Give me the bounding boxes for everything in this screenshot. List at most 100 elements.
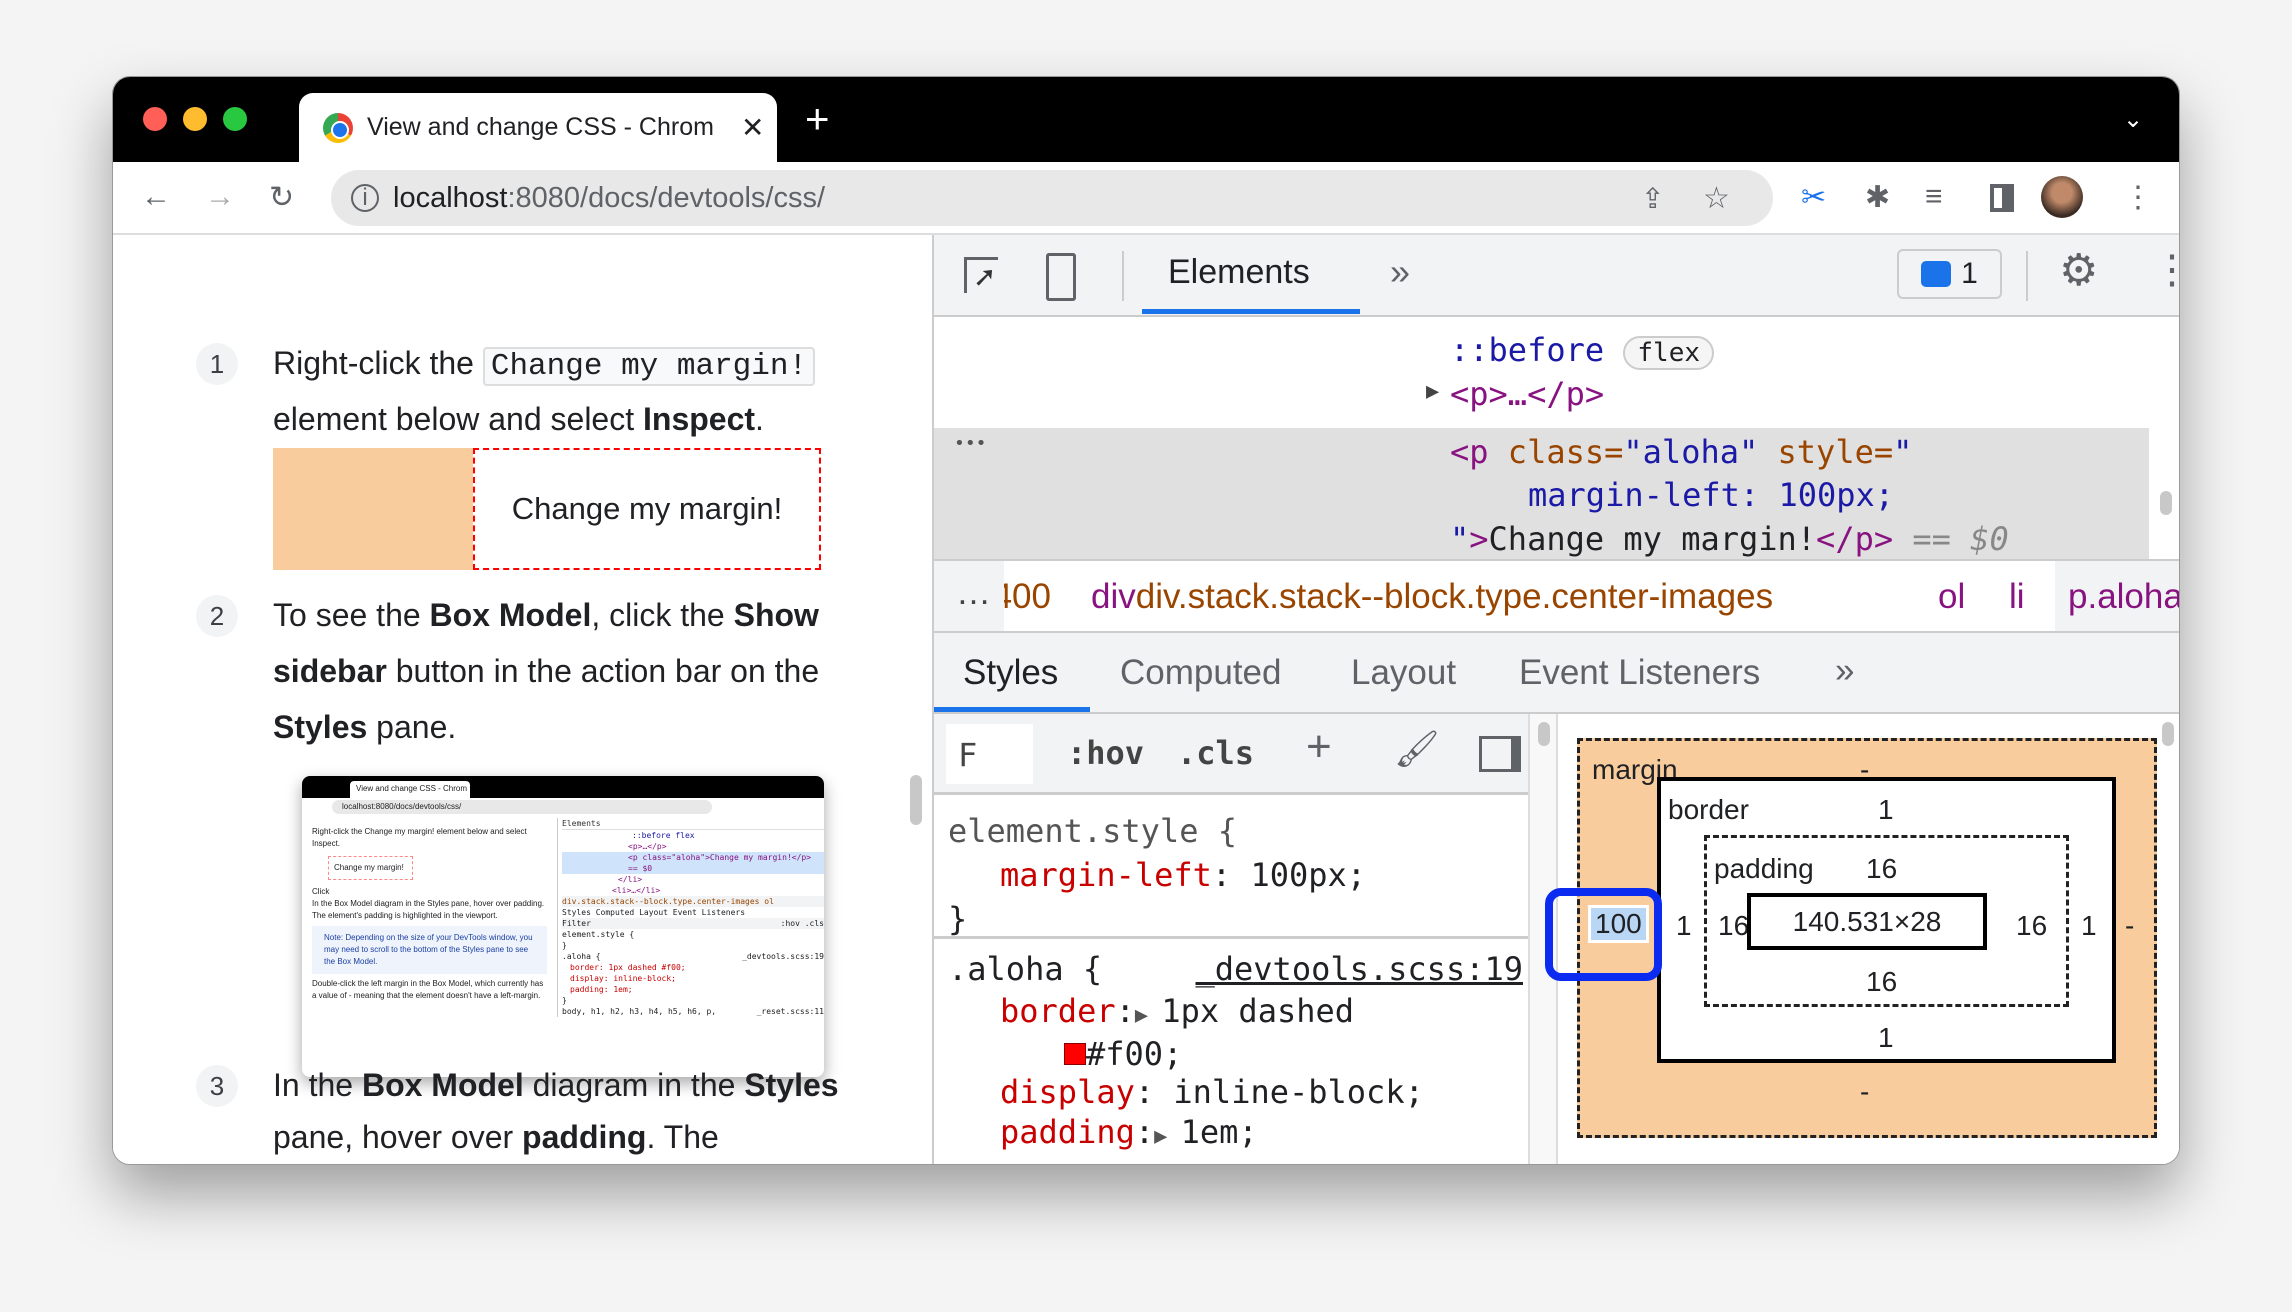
- forward-icon[interactable]: →: [205, 180, 235, 214]
- tab-layout[interactable]: Layout: [1351, 653, 1456, 693]
- aloha-rule: .aloha {_devtools.scss:19 border:▶ 1px d…: [948, 947, 1523, 1157]
- settings-gear-icon[interactable]: ⚙: [2059, 245, 2098, 296]
- back-icon[interactable]: ←: [141, 180, 171, 214]
- breadcrumb-item-selected[interactable]: p.aloha: [2068, 577, 2179, 617]
- border-bottom-value[interactable]: 1: [1878, 1022, 1894, 1054]
- node-actions-icon[interactable]: •••: [954, 433, 987, 454]
- padding-label: padding: [1714, 853, 1814, 884]
- tab-title: View and change CSS - Chrom: [367, 113, 714, 141]
- padding-top-value[interactable]: 16: [1866, 853, 1897, 885]
- kebab-icon[interactable]: ⋮: [2123, 180, 2153, 215]
- color-swatch[interactable]: [1064, 1043, 1086, 1065]
- thumb-url: localhost:8080/docs/devtools/css/: [332, 800, 712, 814]
- css-value[interactable]: 100px;: [1250, 856, 1366, 894]
- chrome-icon: [323, 112, 353, 143]
- padding-bottom-value[interactable]: 16: [1866, 966, 1897, 998]
- tab-styles[interactable]: Styles: [963, 653, 1058, 693]
- devtools-panel: ➚ Elements » 1 ⚙ ⋮ ✕ ::before flex ▶ <p>…: [932, 235, 2179, 1164]
- thumb-page: Right-click the Change my margin! elemen…: [312, 826, 547, 1002]
- border-top-value[interactable]: 1: [1878, 794, 1894, 826]
- active-tab-indicator: [1142, 309, 1360, 314]
- border-right-value[interactable]: 1: [2081, 910, 2097, 942]
- thumb-tab: View and change CSS - Chrom: [350, 781, 470, 798]
- css-value[interactable]: inline-block;: [1173, 1073, 1423, 1111]
- breadcrumb-item[interactable]: ol: [1938, 577, 1965, 617]
- breadcrumb-item[interactable]: li: [2009, 577, 2025, 617]
- chevron-down-icon[interactable]: ⌄: [2123, 105, 2143, 134]
- more-tabs-icon[interactable]: »: [1390, 251, 1410, 293]
- filter-input[interactable]: F: [946, 724, 1033, 784]
- css-value[interactable]: #f00;: [1086, 1035, 1182, 1073]
- media-icon[interactable]: ≡: [1925, 180, 1943, 214]
- style-attribute-value[interactable]: margin-left: 100px;: [1528, 476, 1894, 514]
- screenshot-thumbnail: View and change CSS - Chrom localhost:80…: [302, 776, 824, 1077]
- avatar[interactable]: [2041, 176, 2083, 218]
- content-box[interactable]: 140.531×28: [1747, 893, 1987, 950]
- cls-button[interactable]: .cls: [1177, 734, 1254, 772]
- margin-left-value-editing[interactable]: 100: [1591, 908, 1646, 940]
- issues-count: 1: [1961, 257, 1978, 290]
- css-value[interactable]: 1em;: [1181, 1113, 1258, 1151]
- tab-event-listeners[interactable]: Event Listeners: [1519, 653, 1760, 693]
- change-my-margin-element[interactable]: Change my margin!: [473, 448, 821, 570]
- css-value[interactable]: 1px dashed: [1161, 992, 1354, 1030]
- address-bar[interactable]: i localhost:8080/docs/devtools/css/ ⇪ ☆: [331, 170, 1773, 226]
- more-sidebar-tabs-icon[interactable]: »: [1835, 651, 1854, 691]
- source-link[interactable]: _devtools.scss:19: [1195, 947, 1523, 991]
- maximize-window-button[interactable]: [223, 107, 247, 131]
- share-icon[interactable]: ⇪: [1641, 182, 1664, 215]
- breadcrumb-item[interactable]: divdiv.stack.stack--block.type.center-im…: [1091, 577, 1773, 617]
- page-scrollbar[interactable]: [910, 775, 922, 825]
- url-path: :8080/docs/devtools/css/: [507, 181, 826, 214]
- minimize-window-button[interactable]: [183, 107, 207, 131]
- browser-tab[interactable]: View and change CSS - Chrom ✕: [299, 93, 777, 162]
- paint-brush-icon[interactable]: 🖌: [1394, 728, 1440, 770]
- side-panel-icon[interactable]: [1990, 184, 2014, 212]
- breadcrumb-item[interactable]: 400: [1004, 577, 1051, 617]
- before-pseudo[interactable]: ::before: [1450, 331, 1604, 369]
- margin-bottom-value[interactable]: -: [1860, 1076, 1869, 1108]
- step-1-text: Right-click the Change my margin!: [273, 345, 816, 386]
- box-model-scrollbar[interactable]: [2162, 722, 2174, 746]
- info-icon[interactable]: i: [351, 184, 379, 212]
- tab-computed[interactable]: Computed: [1120, 653, 1281, 693]
- browser-window: View and change CSS - Chrom ✕ + ⌄ ← → ↻ …: [112, 76, 2180, 1165]
- margin-highlight: [273, 448, 473, 570]
- dom-scrollbar[interactable]: [2160, 491, 2172, 515]
- css-property[interactable]: margin-left: [1000, 856, 1212, 894]
- reload-icon[interactable]: ↻: [269, 180, 294, 215]
- flex-badge[interactable]: flex: [1623, 336, 1715, 370]
- close-window-button[interactable]: [143, 107, 167, 131]
- close-tab-icon[interactable]: ✕: [741, 111, 764, 144]
- show-sidebar-icon[interactable]: [1479, 736, 1521, 772]
- browser-toolbar: ← → ↻ i localhost:8080/docs/devtools/css…: [113, 162, 2179, 235]
- thumb-devtools: Elements ::before flex <p>…</p> <p class…: [557, 818, 824, 1017]
- step-2-line1: To see the Box Model, click the Show: [273, 597, 819, 633]
- scissors-icon[interactable]: ✂: [1801, 180, 1826, 215]
- step-2-line3: Styles pane.: [273, 709, 457, 745]
- device-toolbar-icon[interactable]: [1046, 253, 1076, 301]
- issues-icon: [1921, 261, 1952, 287]
- step-3-line1: In the Box Model diagram in the Styles: [273, 1067, 839, 1103]
- step-1-line2: element below and select Inspect.: [273, 401, 764, 437]
- star-icon[interactable]: ☆: [1703, 181, 1730, 216]
- extensions-icon[interactable]: ✱: [1865, 180, 1890, 215]
- collapsed-p-node[interactable]: <p>…</p>: [1450, 375, 1604, 413]
- step-3-line2: pane, hover over padding. The: [273, 1119, 719, 1155]
- kebab-icon[interactable]: ⋮: [2152, 247, 2179, 293]
- step-number: 3: [196, 1065, 238, 1107]
- expand-triangle-icon[interactable]: ▶: [1426, 379, 1439, 404]
- margin-right-value[interactable]: -: [2125, 910, 2134, 942]
- hov-button[interactable]: :hov: [1067, 734, 1144, 772]
- padding-left-value[interactable]: 16: [1718, 910, 1749, 942]
- new-style-rule-icon[interactable]: +: [1306, 722, 1332, 772]
- inspect-element-icon[interactable]: ➚: [964, 257, 998, 293]
- new-tab-button[interactable]: +: [805, 95, 830, 143]
- padding-right-value[interactable]: 16: [2016, 910, 2047, 942]
- step-number: 2: [196, 595, 238, 637]
- issues-button[interactable]: 1: [1897, 249, 2002, 299]
- border-left-value[interactable]: 1: [1676, 910, 1692, 942]
- dom-tree: ::before flex ▶ <p>…</p> ••• <p class="a…: [934, 317, 2172, 559]
- tab-elements[interactable]: Elements: [1168, 253, 1310, 292]
- breadcrumb-scroll-left[interactable]: …: [956, 573, 991, 613]
